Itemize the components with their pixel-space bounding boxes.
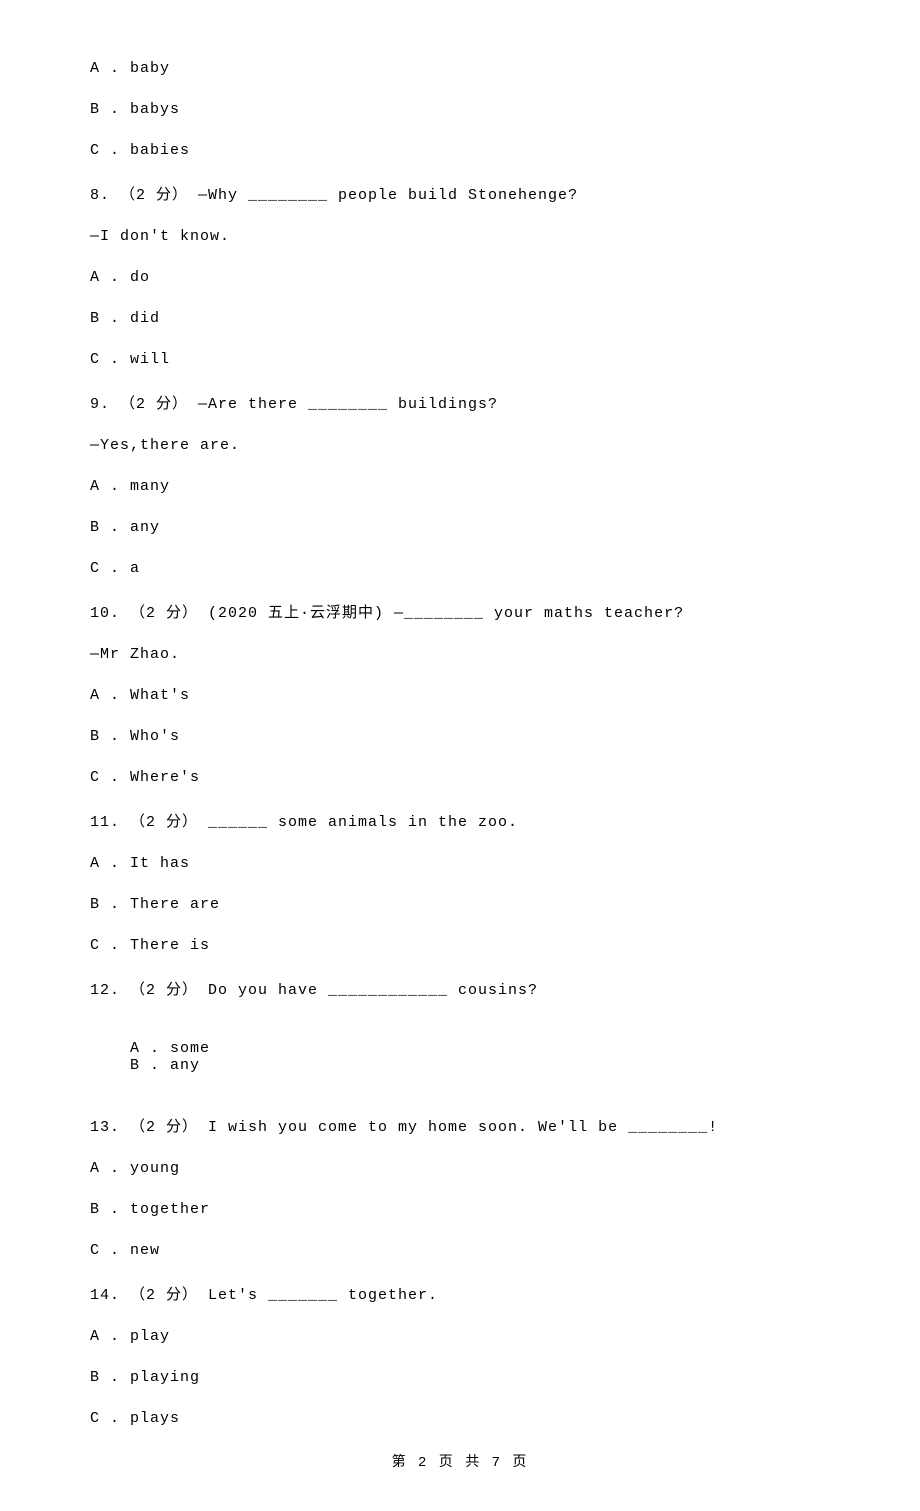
q8-option-a: A . do bbox=[90, 269, 830, 286]
q9-option-a: A . many bbox=[90, 478, 830, 495]
q14-option-a: A . play bbox=[90, 1328, 830, 1345]
q12-option-b: B . any bbox=[130, 1057, 200, 1074]
q14-option-b: B . playing bbox=[90, 1369, 830, 1386]
q10-option-c: C . Where's bbox=[90, 769, 830, 786]
q7-option-b: B . babys bbox=[90, 101, 830, 118]
q13-option-b: B . together bbox=[90, 1201, 830, 1218]
q12-stem: 12. （2 分） Do you have ____________ cousi… bbox=[90, 978, 830, 999]
q12-options-row: A . some B . any bbox=[90, 1023, 830, 1091]
q13-stem: 13. （2 分） I wish you come to my home soo… bbox=[90, 1115, 830, 1136]
q7-option-a: A . baby bbox=[90, 60, 830, 77]
q8-stem: 8. （2 分） —Why ________ people build Ston… bbox=[90, 183, 830, 204]
exam-page: A . baby B . babys C . babies 8. （2 分） —… bbox=[0, 0, 920, 1511]
q9-option-b: B . any bbox=[90, 519, 830, 536]
q9-dialogue: —Yes,there are. bbox=[90, 437, 830, 454]
q8-dialogue: —I don't know. bbox=[90, 228, 830, 245]
q10-dialogue: —Mr Zhao. bbox=[90, 646, 830, 663]
q12-option-a: A . some bbox=[130, 1040, 210, 1057]
q9-stem: 9. （2 分） —Are there ________ buildings? bbox=[90, 392, 830, 413]
q11-stem: 11. （2 分） ______ some animals in the zoo… bbox=[90, 810, 830, 831]
q8-option-b: B . did bbox=[90, 310, 830, 327]
q13-option-a: A . young bbox=[90, 1160, 830, 1177]
q10-stem: 10. （2 分） (2020 五上·云浮期中) —________ your … bbox=[90, 601, 830, 622]
q13-option-c: C . new bbox=[90, 1242, 830, 1259]
q9-option-c: C . a bbox=[90, 560, 830, 577]
q11-option-a: A . It has bbox=[90, 855, 830, 872]
q14-option-c: C . plays bbox=[90, 1410, 830, 1427]
q10-option-a: A . What's bbox=[90, 687, 830, 704]
q7-option-c: C . babies bbox=[90, 142, 830, 159]
q11-option-b: B . There are bbox=[90, 896, 830, 913]
q14-stem: 14. （2 分） Let's _______ together. bbox=[90, 1283, 830, 1304]
q8-option-c: C . will bbox=[90, 351, 830, 368]
page-footer: 第 2 页 共 7 页 bbox=[90, 1451, 830, 1471]
q11-option-c: C . There is bbox=[90, 937, 830, 954]
q10-option-b: B . Who's bbox=[90, 728, 830, 745]
